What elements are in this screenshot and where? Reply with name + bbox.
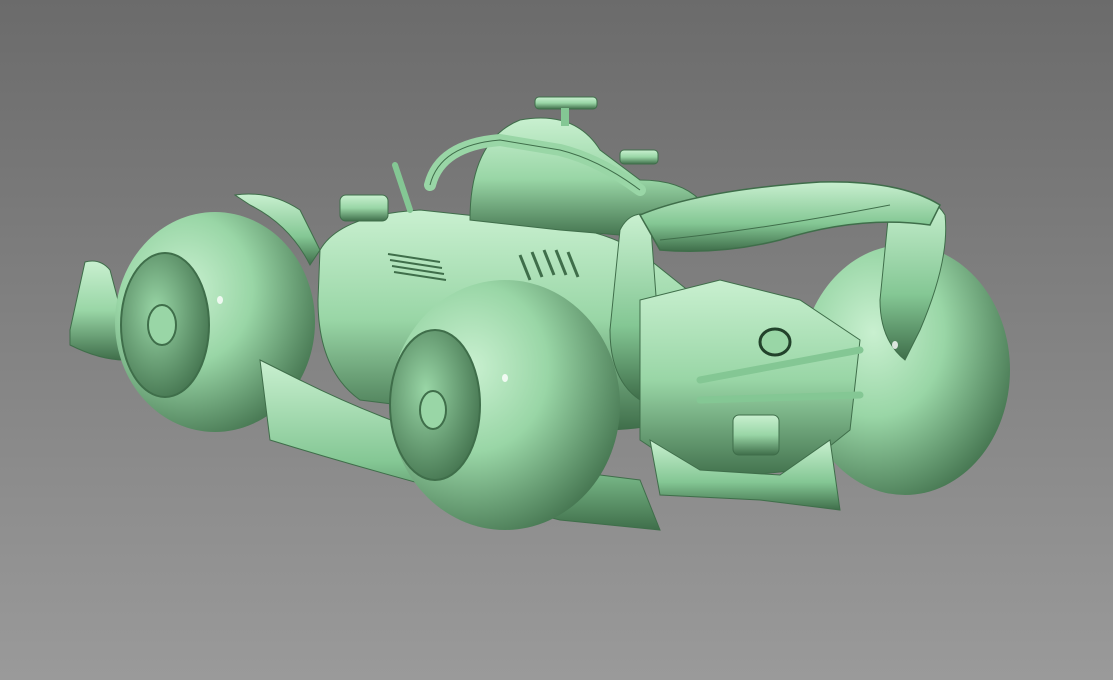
- highlight: [892, 341, 898, 349]
- render-canvas: [0, 0, 1113, 680]
- exhaust-pipe: [758, 327, 792, 357]
- t-cam: [534, 96, 598, 110]
- front-left-wheel-hub: [147, 304, 177, 346]
- rear-left-wheel-hub: [419, 390, 447, 430]
- 3d-viewport[interactable]: [0, 0, 1113, 680]
- rain-light: [732, 414, 780, 456]
- highlight: [217, 296, 223, 304]
- left-mirror: [339, 194, 389, 222]
- right-mirror: [619, 149, 659, 165]
- highlight: [502, 374, 508, 382]
